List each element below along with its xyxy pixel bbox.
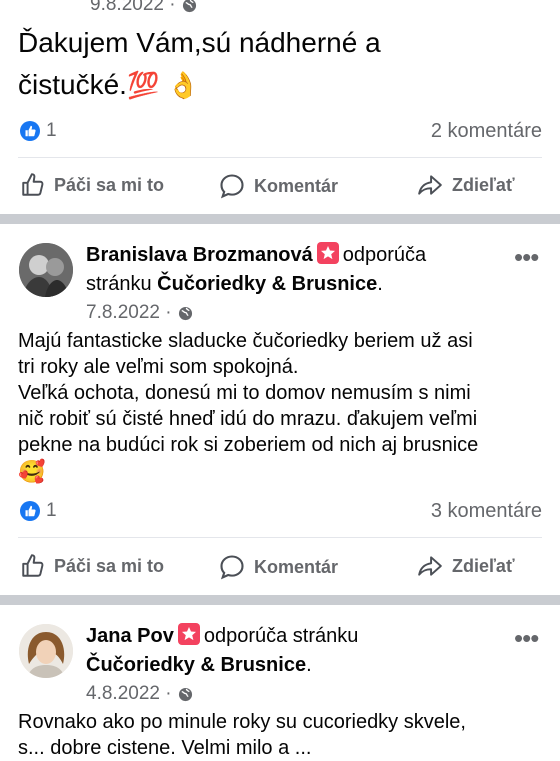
post1-date-row: 9.8.2022 · [90, 0, 197, 16]
post3-line-2: s... dobre cistene. Velmi milo a ... [18, 737, 312, 759]
globe-icon [178, 687, 192, 701]
post2-page-prefix: stránku [86, 273, 152, 295]
thumbs-up-outline-icon [22, 173, 44, 196]
feed-separator-2 [0, 595, 560, 605]
post3-avatar[interactable] [19, 624, 73, 678]
post3-author[interactable]: Jana Pov [86, 625, 174, 647]
post2-comment-label: Komentár [254, 556, 339, 577]
post2-line-5: pekne na budúci rok si zoberiem od nich … [18, 434, 479, 456]
post3-text: Rovnako ako po minule roky su cucoriedky… [18, 709, 558, 761]
thumbs-up-outline-icon [22, 554, 44, 577]
post3-period: . [306, 654, 312, 676]
post1-like-label: Páči sa mi to [54, 174, 165, 195]
post1-text: Ďakujem Vám,sú nádherné a čistučké.💯 👌 [18, 22, 381, 106]
post3-more-options-button[interactable]: ••• [514, 625, 539, 651]
comment-bubble-icon [220, 174, 244, 199]
post1-text-line1: Ďakujem Vám,sú nádherné a [18, 27, 381, 58]
like-badge-icon [20, 121, 40, 141]
post2-share-label: Zdieľať [452, 555, 515, 576]
post2-more-options-button[interactable]: ••• [514, 244, 539, 270]
recommend-star-icon [316, 242, 339, 264]
post1-comment-label: Komentár [254, 175, 339, 196]
avatar-photo-icon [19, 624, 73, 678]
post2-share-button[interactable]: Zdieľať [416, 553, 515, 579]
like-badge-icon [20, 501, 40, 521]
post1-divider [18, 157, 542, 158]
post2-author[interactable]: Branislava Brozmanová [86, 244, 313, 266]
post1-like-button[interactable]: Páči sa mi to [20, 172, 164, 198]
post2-reactions[interactable]: 1 [20, 500, 57, 522]
post3-line-1: Rovnako ako po minule roky su cucoriedky… [18, 711, 466, 733]
recommend-star-icon [177, 623, 200, 645]
hundred-points-icon: 💯 [126, 70, 160, 100]
post3-header: Jana Pov odporúča stránku Čučoriedky & Br… [86, 622, 506, 680]
post1-like-count: 1 [46, 120, 57, 141]
post2-line-4: nič robiť sú čisté hneď idú do mrazu. ďa… [18, 408, 478, 430]
post2-header: Branislava Brozmanová odporúča stránku Ču… [86, 241, 506, 299]
post2-line-2: tri roky ale veľmi som spokojná. [18, 356, 299, 378]
share-arrow-icon [418, 556, 442, 576]
post1-text-line2: čistučké. [18, 69, 127, 100]
post2-like-count: 1 [46, 500, 57, 521]
globe-icon [178, 306, 192, 320]
post2-date-row: 7.8.2022 · [86, 302, 193, 324]
post3-date[interactable]: 4.8.2022 · [86, 683, 172, 705]
post3-date-row: 4.8.2022 · [86, 683, 193, 705]
post1-reactions[interactable]: 1 [20, 120, 57, 142]
post2-line-1: Majú fantasticke sladucke čučoriedky ber… [18, 330, 473, 352]
post2-page-name[interactable]: Čučoriedky & Brusnice [157, 273, 377, 295]
post2-recommends: odporúča [342, 244, 427, 266]
post3-recommends: odporúča stránku [203, 625, 359, 647]
post2-line-3: Veľká ochota, donesú mi to domov nemusím… [18, 382, 471, 404]
feed-separator-1 [0, 214, 560, 224]
post2-divider [18, 537, 542, 538]
avatar-photo-icon [19, 243, 73, 297]
globe-icon [182, 0, 196, 12]
post1-comment-button[interactable]: Komentár [218, 172, 338, 200]
comment-bubble-icon [220, 555, 244, 580]
post2-comments-count[interactable]: 3 komentáre [431, 500, 542, 523]
post1-share-label: Zdieľať [452, 174, 515, 195]
post2-like-label: Páči sa mi to [54, 555, 165, 576]
share-arrow-icon [418, 175, 442, 195]
post1-share-button[interactable]: Zdieľať [416, 172, 515, 198]
post2-period: . [377, 273, 383, 295]
ok-hand-icon: 👌 [167, 70, 200, 100]
post2-date[interactable]: 7.8.2022 · [86, 302, 172, 324]
smiling-hearts-icon: 🥰 [18, 459, 46, 484]
post1-comments-count[interactable]: 2 komentáre [431, 120, 542, 143]
post2-like-button[interactable]: Páči sa mi to [20, 553, 164, 579]
post2-text: Majú fantasticke sladucke čučoriedky ber… [18, 328, 548, 486]
post1-date[interactable]: 9.8.2022 · [90, 0, 176, 16]
post2-avatar[interactable] [19, 243, 73, 297]
post2-comment-button[interactable]: Komentár [218, 553, 338, 581]
post3-page-name[interactable]: Čučoriedky & Brusnice [86, 654, 306, 676]
